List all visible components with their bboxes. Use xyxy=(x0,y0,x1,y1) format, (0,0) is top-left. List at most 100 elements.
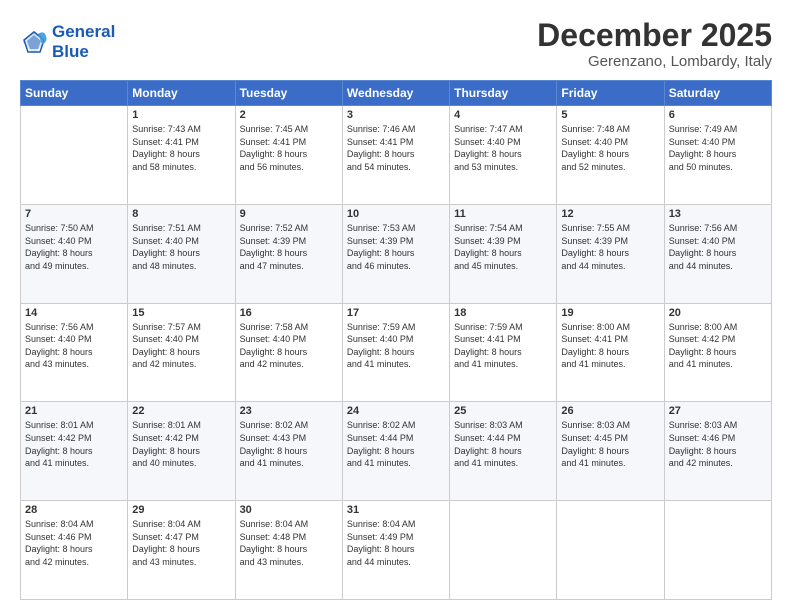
calendar-cell: 8 Sunrise: 7:51 AM Sunset: 4:40 PM Daylig… xyxy=(128,204,235,303)
day-number: 1 xyxy=(132,109,230,121)
week-row-5: 28Sunrise: 8:04 AM Sunset: 4:46 PM Dayli… xyxy=(21,501,772,600)
day-number: 23 xyxy=(240,405,338,417)
calendar-cell: 31Sunrise: 8:04 AM Sunset: 4:49 PM Dayli… xyxy=(342,501,449,600)
day-info: Sunrise: 7:45 AM Sunset: 4:41 PM Dayligh… xyxy=(240,123,338,173)
day-info: Sunrise: 8:02 AM Sunset: 4:43 PM Dayligh… xyxy=(240,419,338,469)
calendar-cell: 5 Sunrise: 7:48 AM Sunset: 4:40 PM Daylig… xyxy=(557,106,664,205)
day-info: Sunrise: 8:04 AM Sunset: 4:47 PM Dayligh… xyxy=(132,518,230,568)
day-number: 16 xyxy=(240,307,338,319)
calendar-cell: 30 Sunrise: 8:04 AM Sunset: 4:48 PM Dayli… xyxy=(235,501,342,600)
week-row-2: 7 Sunrise: 7:50 AM Sunset: 4:40 PM Daylig… xyxy=(21,204,772,303)
month-title: December 2025 xyxy=(537,18,772,53)
calendar-cell: 23 Sunrise: 8:02 AM Sunset: 4:43 PM Dayli… xyxy=(235,402,342,501)
logo-text: General Blue xyxy=(52,22,115,61)
calendar-cell: 13 Sunrise: 7:56 AM Sunset: 4:40 PM Dayli… xyxy=(664,204,771,303)
day-info: Sunrise: 8:04 AM Sunset: 4:48 PM Dayligh… xyxy=(240,518,338,568)
day-info: Sunrise: 8:03 AM Sunset: 4:44 PM Dayligh… xyxy=(454,419,552,469)
calendar-cell: 26Sunrise: 8:03 AM Sunset: 4:45 PM Dayli… xyxy=(557,402,664,501)
week-row-3: 14 Sunrise: 7:56 AM Sunset: 4:40 PM Dayli… xyxy=(21,303,772,402)
day-info: Sunrise: 7:51 AM Sunset: 4:40 PM Dayligh… xyxy=(132,222,230,272)
calendar-cell: 3 Sunrise: 7:46 AM Sunset: 4:41 PM Daylig… xyxy=(342,106,449,205)
weekday-header-thursday: Thursday xyxy=(450,81,557,106)
day-info: Sunrise: 7:59 AM Sunset: 4:40 PM Dayligh… xyxy=(347,321,445,371)
day-number: 30 xyxy=(240,504,338,516)
day-info: Sunrise: 7:56 AM Sunset: 4:40 PM Dayligh… xyxy=(669,222,767,272)
day-number: 22 xyxy=(132,405,230,417)
day-number: 5 xyxy=(561,109,659,121)
day-number: 25 xyxy=(454,405,552,417)
day-info: Sunrise: 8:01 AM Sunset: 4:42 PM Dayligh… xyxy=(132,419,230,469)
day-number: 11 xyxy=(454,208,552,220)
day-number: 28 xyxy=(25,504,123,516)
day-info: Sunrise: 8:03 AM Sunset: 4:45 PM Dayligh… xyxy=(561,419,659,469)
calendar-cell xyxy=(557,501,664,600)
weekday-header-friday: Friday xyxy=(557,81,664,106)
day-number: 18 xyxy=(454,307,552,319)
calendar-cell: 9Sunrise: 7:52 AM Sunset: 4:39 PM Daylig… xyxy=(235,204,342,303)
day-info: Sunrise: 7:43 AM Sunset: 4:41 PM Dayligh… xyxy=(132,123,230,173)
day-info: Sunrise: 8:00 AM Sunset: 4:42 PM Dayligh… xyxy=(669,321,767,371)
calendar-cell: 25 Sunrise: 8:03 AM Sunset: 4:44 PM Dayli… xyxy=(450,402,557,501)
calendar-cell: 27Sunrise: 8:03 AM Sunset: 4:46 PM Dayli… xyxy=(664,402,771,501)
calendar-cell: 7 Sunrise: 7:50 AM Sunset: 4:40 PM Daylig… xyxy=(21,204,128,303)
calendar-cell: 1 Sunrise: 7:43 AM Sunset: 4:41 PM Daylig… xyxy=(128,106,235,205)
day-number: 6 xyxy=(669,109,767,121)
day-number: 27 xyxy=(669,405,767,417)
calendar-cell: 29 Sunrise: 8:04 AM Sunset: 4:47 PM Dayli… xyxy=(128,501,235,600)
day-info: Sunrise: 7:59 AM Sunset: 4:41 PM Dayligh… xyxy=(454,321,552,371)
calendar-cell xyxy=(21,106,128,205)
calendar-cell: 22 Sunrise: 8:01 AM Sunset: 4:42 PM Dayli… xyxy=(128,402,235,501)
calendar-cell: 10 Sunrise: 7:53 AM Sunset: 4:39 PM Dayli… xyxy=(342,204,449,303)
weekday-header-wednesday: Wednesday xyxy=(342,81,449,106)
calendar-cell: 21Sunrise: 8:01 AM Sunset: 4:42 PM Dayli… xyxy=(21,402,128,501)
calendar-cell: 6 Sunrise: 7:49 AM Sunset: 4:40 PM Daylig… xyxy=(664,106,771,205)
day-info: Sunrise: 7:48 AM Sunset: 4:40 PM Dayligh… xyxy=(561,123,659,173)
day-number: 20 xyxy=(669,307,767,319)
day-info: Sunrise: 7:55 AM Sunset: 4:39 PM Dayligh… xyxy=(561,222,659,272)
calendar-cell: 11 Sunrise: 7:54 AM Sunset: 4:39 PM Dayli… xyxy=(450,204,557,303)
day-number: 24 xyxy=(347,405,445,417)
day-number: 8 xyxy=(132,208,230,220)
weekday-header-sunday: Sunday xyxy=(21,81,128,106)
day-info: Sunrise: 7:50 AM Sunset: 4:40 PM Dayligh… xyxy=(25,222,123,272)
day-number: 14 xyxy=(25,307,123,319)
weekday-header-tuesday: Tuesday xyxy=(235,81,342,106)
calendar-cell xyxy=(664,501,771,600)
day-number: 3 xyxy=(347,109,445,121)
day-info: Sunrise: 7:54 AM Sunset: 4:39 PM Dayligh… xyxy=(454,222,552,272)
location: Gerenzano, Lombardy, Italy xyxy=(537,53,772,70)
day-info: Sunrise: 7:46 AM Sunset: 4:41 PM Dayligh… xyxy=(347,123,445,173)
calendar-table: SundayMondayTuesdayWednesdayThursdayFrid… xyxy=(20,80,772,600)
day-info: Sunrise: 7:49 AM Sunset: 4:40 PM Dayligh… xyxy=(669,123,767,173)
calendar-cell: 2Sunrise: 7:45 AM Sunset: 4:41 PM Daylig… xyxy=(235,106,342,205)
day-info: Sunrise: 8:02 AM Sunset: 4:44 PM Dayligh… xyxy=(347,419,445,469)
day-number: 13 xyxy=(669,208,767,220)
calendar-cell: 18 Sunrise: 7:59 AM Sunset: 4:41 PM Dayli… xyxy=(450,303,557,402)
header: General Blue December 2025 Gerenzano, Lo… xyxy=(20,18,772,70)
calendar-cell: 19 Sunrise: 8:00 AM Sunset: 4:41 PM Dayli… xyxy=(557,303,664,402)
day-number: 31 xyxy=(347,504,445,516)
calendar-cell: 12 Sunrise: 7:55 AM Sunset: 4:39 PM Dayli… xyxy=(557,204,664,303)
day-number: 10 xyxy=(347,208,445,220)
weekday-header-monday: Monday xyxy=(128,81,235,106)
day-info: Sunrise: 8:01 AM Sunset: 4:42 PM Dayligh… xyxy=(25,419,123,469)
weekday-header-saturday: Saturday xyxy=(664,81,771,106)
day-info: Sunrise: 7:56 AM Sunset: 4:40 PM Dayligh… xyxy=(25,321,123,371)
calendar-cell: 14 Sunrise: 7:56 AM Sunset: 4:40 PM Dayli… xyxy=(21,303,128,402)
calendar-cell: 17 Sunrise: 7:59 AM Sunset: 4:40 PM Dayli… xyxy=(342,303,449,402)
day-info: Sunrise: 7:58 AM Sunset: 4:40 PM Dayligh… xyxy=(240,321,338,371)
day-number: 19 xyxy=(561,307,659,319)
calendar-cell: 4Sunrise: 7:47 AM Sunset: 4:40 PM Daylig… xyxy=(450,106,557,205)
day-number: 17 xyxy=(347,307,445,319)
day-number: 9 xyxy=(240,208,338,220)
day-number: 12 xyxy=(561,208,659,220)
week-row-4: 21Sunrise: 8:01 AM Sunset: 4:42 PM Dayli… xyxy=(21,402,772,501)
day-number: 29 xyxy=(132,504,230,516)
day-info: Sunrise: 8:00 AM Sunset: 4:41 PM Dayligh… xyxy=(561,321,659,371)
day-number: 4 xyxy=(454,109,552,121)
day-number: 7 xyxy=(25,208,123,220)
day-number: 15 xyxy=(132,307,230,319)
day-info: Sunrise: 7:53 AM Sunset: 4:39 PM Dayligh… xyxy=(347,222,445,272)
calendar-cell: 24 Sunrise: 8:02 AM Sunset: 4:44 PM Dayli… xyxy=(342,402,449,501)
calendar-cell: 20 Sunrise: 8:00 AM Sunset: 4:42 PM Dayli… xyxy=(664,303,771,402)
